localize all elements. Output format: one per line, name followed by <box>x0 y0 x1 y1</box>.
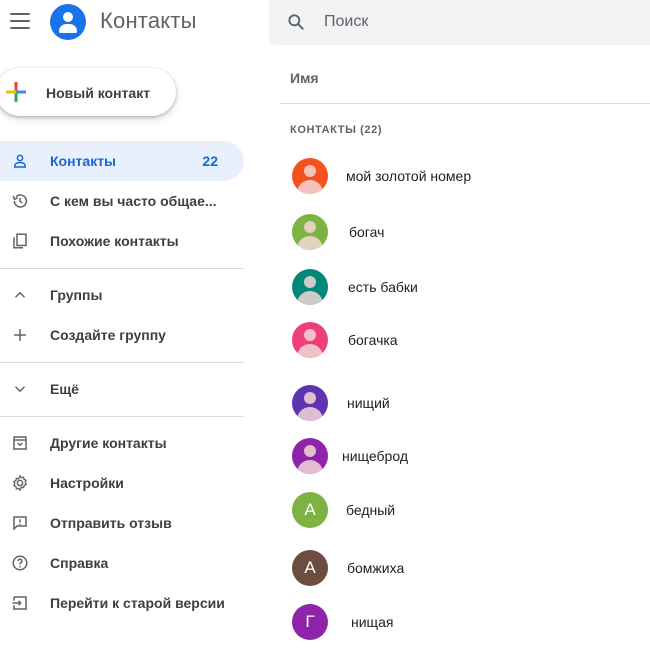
gear-icon <box>12 474 28 492</box>
avatar <box>292 214 328 250</box>
main-menu-icon[interactable] <box>10 13 30 29</box>
colorful-plus-icon <box>6 82 26 102</box>
search-input[interactable] <box>324 11 624 33</box>
contact-name: нищеброд <box>342 448 408 464</box>
sidebar-item-label: Ещё <box>50 381 79 397</box>
sidebar-item-more[interactable]: Ещё <box>0 369 244 409</box>
contacts-logo-icon <box>50 4 86 40</box>
contact-row[interactable]: Г нищая <box>280 596 650 648</box>
sidebar-divider <box>0 416 244 417</box>
help-icon <box>12 555 28 571</box>
sidebar-item-label: Группы <box>50 287 103 303</box>
contact-name: мой золотой номер <box>346 168 472 184</box>
avatar-letter: Г <box>305 612 315 631</box>
contacts-count: 22 <box>202 153 218 169</box>
exit-icon <box>12 596 27 610</box>
avatar: А <box>292 550 328 586</box>
sidebar-item-label: Перейти к старой версии <box>50 595 225 611</box>
sidebar-item-label: Отправить отзыв <box>50 515 172 531</box>
sidebar-item-old-version[interactable]: Перейти к старой версии <box>0 583 244 623</box>
sidebar-item-contacts[interactable]: Контакты 22 <box>0 141 244 181</box>
contact-name: нищая <box>351 614 394 630</box>
avatar: Г <box>292 604 328 640</box>
contact-row[interactable]: А бедный <box>280 484 650 536</box>
chevron-down-icon <box>14 386 26 393</box>
contact-row[interactable]: есть бабки <box>280 261 650 313</box>
name-column-header[interactable]: Имя <box>290 70 319 86</box>
avatar-letter: А <box>304 500 316 519</box>
contact-name: нищий <box>347 395 390 411</box>
sidebar-item-label: Другие контакты <box>50 435 167 451</box>
avatar-letter: А <box>304 558 316 577</box>
sidebar-item-label: Справка <box>50 555 109 571</box>
app-title: Контакты <box>100 8 197 33</box>
search-icon[interactable] <box>286 12 306 32</box>
sidebar-item-other-contacts[interactable]: Другие контакты <box>0 423 244 463</box>
contact-row[interactable]: А бомжиха <box>280 542 650 594</box>
contact-row[interactable]: нищий <box>280 377 650 429</box>
copy-icon <box>13 233 27 249</box>
sidebar-item-help[interactable]: Справка <box>0 543 244 583</box>
contact-name: есть бабки <box>348 279 418 295</box>
chevron-up-icon <box>14 291 26 298</box>
sidebar-item-label: Создайте группу <box>50 327 166 343</box>
contacts-section-title: КОНТАКТЫ (22) <box>290 124 383 136</box>
contact-row[interactable]: богач <box>280 206 650 258</box>
sidebar-item-feedback[interactable]: Отправить отзыв <box>0 503 244 543</box>
contact-name: бомжиха <box>347 560 405 576</box>
header-divider <box>280 103 650 104</box>
contact-row[interactable]: нищеброд <box>280 430 650 482</box>
contact-name: богач <box>349 224 385 240</box>
avatar <box>292 438 328 474</box>
new-contact-button[interactable]: Новый контакт <box>0 68 176 116</box>
sidebar-item-frequent[interactable]: С кем вы часто общае... <box>0 181 244 221</box>
avatar <box>292 385 328 421</box>
contact-name: богачка <box>348 332 398 348</box>
avatar <box>292 322 328 358</box>
person-icon <box>14 154 26 168</box>
sidebar-divider <box>0 268 244 269</box>
feedback-icon <box>13 516 27 531</box>
contact-row[interactable]: мой золотой номер <box>280 150 650 202</box>
sidebar-item-label: Похожие контакты <box>50 233 179 249</box>
sidebar-item-create-group[interactable]: Создайте группу <box>0 315 244 355</box>
sidebar-item-label: Настройки <box>50 475 124 491</box>
contact-name: бедный <box>346 502 396 518</box>
sidebar-item-label: С кем вы часто общае... <box>50 193 217 209</box>
avatar: А <box>292 492 328 528</box>
history-icon <box>12 194 28 208</box>
plus-icon <box>14 329 26 341</box>
archive-icon <box>13 436 27 450</box>
sidebar-item-duplicates[interactable]: Похожие контакты <box>0 221 244 261</box>
sidebar-item-label: Контакты <box>50 153 117 169</box>
contact-row[interactable]: богачка <box>280 314 650 366</box>
sidebar-item-groups[interactable]: Группы <box>0 275 244 315</box>
avatar <box>292 269 328 305</box>
new-contact-label: Новый контакт <box>46 85 151 101</box>
sidebar-divider <box>0 362 244 363</box>
sidebar-item-settings[interactable]: Настройки <box>0 463 244 503</box>
avatar <box>292 158 328 194</box>
